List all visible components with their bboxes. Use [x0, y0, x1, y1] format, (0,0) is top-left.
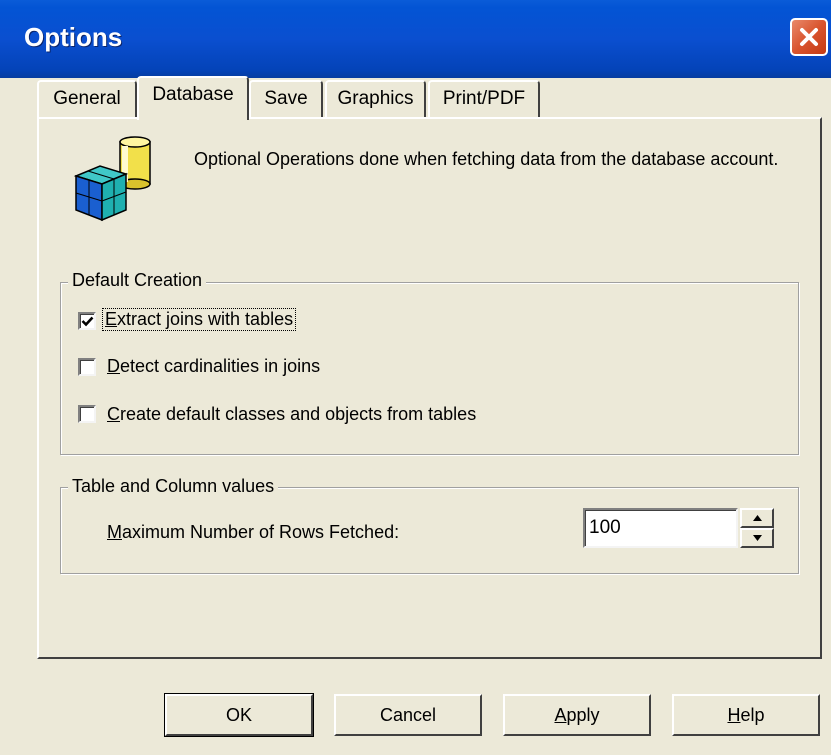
spin-up-button[interactable] — [740, 508, 774, 528]
tab-save[interactable]: Save — [249, 80, 323, 117]
help-button[interactable]: Help — [672, 694, 820, 736]
mnemonic-char: A — [554, 705, 567, 725]
max-rows-input[interactable] — [583, 508, 738, 548]
button-label: elp — [740, 705, 765, 725]
default-creation-legend: Default Creation — [68, 270, 207, 291]
database-cube-icon — [73, 136, 151, 222]
arrow-down-icon — [753, 535, 762, 541]
tab-label: Graphics — [337, 88, 414, 109]
button-label: OK — [225, 705, 252, 725]
tab-print-pdf[interactable]: Print/PDF — [428, 80, 540, 117]
tab-label: Print/PDF — [442, 88, 526, 109]
label-text: xtract joins with tables — [117, 309, 294, 329]
mnemonic-char: H — [727, 705, 741, 725]
description-text: Optional Operations done when fetching d… — [194, 149, 779, 169]
close-button[interactable] — [790, 18, 828, 56]
tab-label: Database — [152, 84, 234, 105]
extract-joins-label[interactable]: Extract joins with tables — [101, 308, 297, 331]
label-text: aximum Number of Rows Fetched: — [122, 522, 400, 542]
window-title: Options — [24, 22, 123, 52]
arrow-up-icon — [753, 515, 762, 521]
tab-graphics[interactable]: Graphics — [325, 80, 426, 117]
title-bar[interactable]: Options — [0, 0, 831, 78]
detect-cardinalities-label[interactable]: Detect cardinalities in joins — [107, 356, 320, 377]
create-default-classes-checkbox[interactable] — [78, 405, 96, 423]
mnemonic-char: C — [107, 404, 120, 424]
mnemonic-char: M — [107, 522, 122, 542]
label-text: reate default classes and objects from t… — [120, 404, 477, 424]
extract-joins-checkbox[interactable] — [78, 312, 96, 330]
table-column-legend: Table and Column values — [68, 476, 279, 497]
tab-label: General — [53, 88, 121, 109]
max-rows-label: Maximum Number of Rows Fetched: — [107, 522, 399, 543]
ok-button[interactable]: OK — [164, 693, 314, 737]
apply-button[interactable]: Apply — [503, 694, 651, 736]
tab-label: Save — [264, 88, 308, 109]
label-text: etect cardinalities in joins — [120, 356, 321, 376]
mnemonic-char: E — [105, 309, 118, 329]
button-label: Cancel — [379, 705, 437, 725]
mnemonic-char: D — [107, 356, 120, 376]
button-label: pply — [566, 705, 600, 725]
tab-database[interactable]: Database — [137, 76, 249, 120]
close-icon — [800, 28, 818, 46]
cancel-button[interactable]: Cancel — [334, 694, 482, 736]
spin-down-button[interactable] — [740, 528, 774, 548]
checkmark-icon — [81, 316, 94, 327]
detect-cardinalities-checkbox[interactable] — [78, 358, 96, 376]
tab-general[interactable]: General — [37, 80, 137, 117]
options-dialog: Options General Database Save Graphics P… — [0, 0, 831, 755]
create-default-classes-label[interactable]: Create default classes and objects from … — [107, 404, 476, 425]
